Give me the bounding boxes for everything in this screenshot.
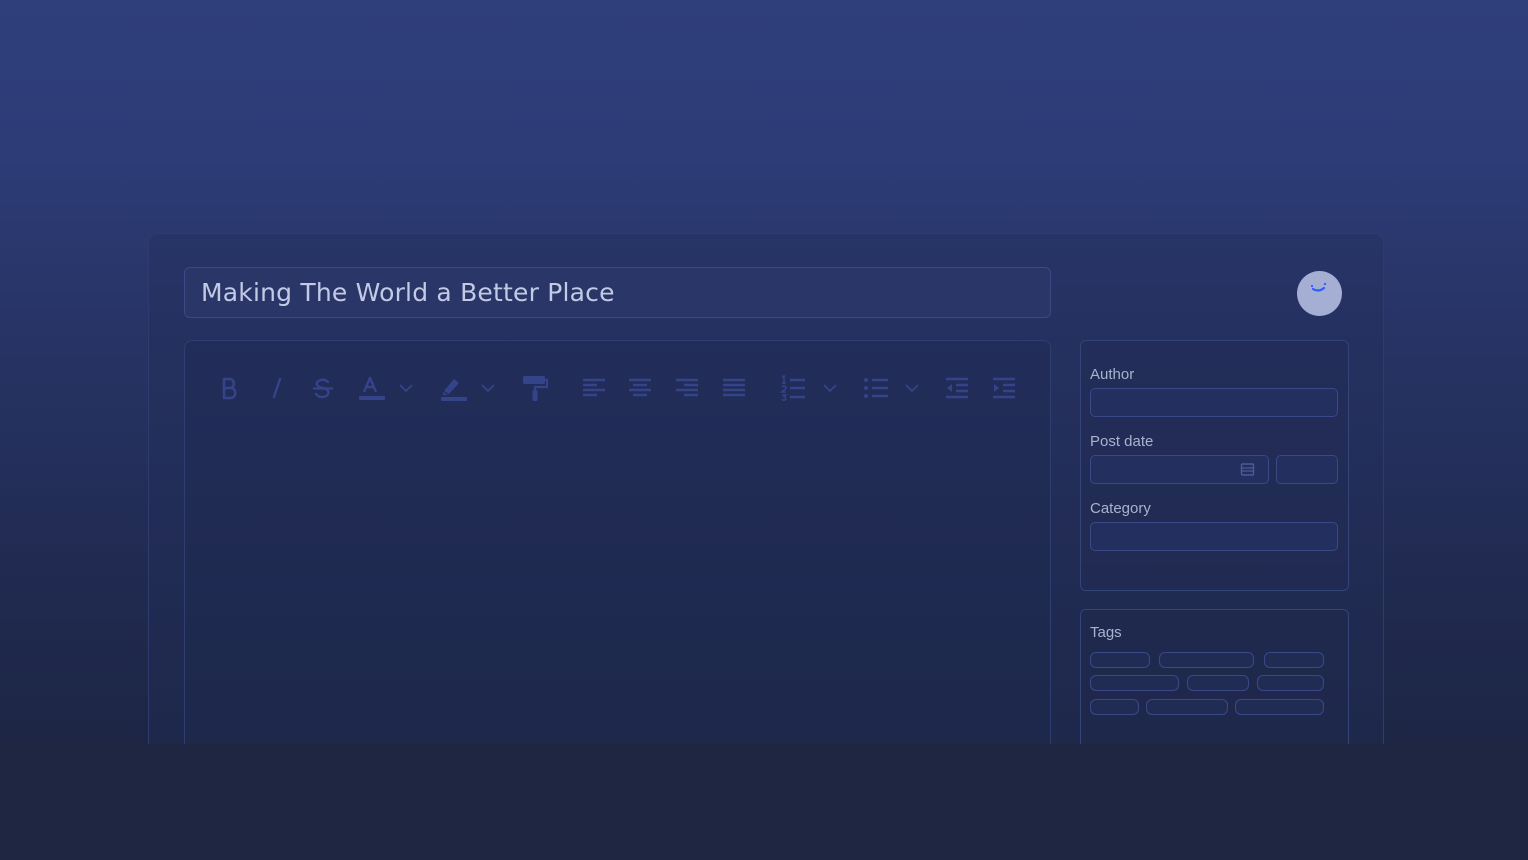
align-right-button[interactable] <box>669 370 705 406</box>
bullet-list-icon <box>864 378 888 398</box>
chevron-down-icon <box>481 384 495 393</box>
font-color-icon <box>359 376 385 400</box>
tag-chip[interactable] <box>1146 699 1228 715</box>
author-label: Author <box>1090 366 1135 383</box>
category-label: Category <box>1090 500 1151 517</box>
ordered-list-button[interactable] <box>775 370 811 406</box>
indent-icon <box>993 377 1015 399</box>
tag-chip[interactable] <box>1159 652 1254 668</box>
align-center-button[interactable] <box>622 370 658 406</box>
align-justify-icon <box>723 378 745 397</box>
app-background: Making The World a Better Place Author P… <box>0 0 1528 860</box>
tags-label: Tags <box>1090 624 1122 641</box>
format-painter-button[interactable] <box>516 370 552 406</box>
author-input[interactable] <box>1090 388 1338 417</box>
italic-button[interactable] <box>259 370 295 406</box>
post-title-input[interactable]: Making The World a Better Place <box>184 267 1051 318</box>
outdent-button[interactable] <box>939 370 975 406</box>
align-left-icon <box>583 378 605 397</box>
rich-text-editor[interactable] <box>184 340 1051 780</box>
ordered-list-dropdown[interactable] <box>816 370 844 406</box>
chevron-down-icon <box>399 384 413 393</box>
avatar[interactable] <box>1297 271 1342 316</box>
indent-button[interactable] <box>986 370 1022 406</box>
tag-chip[interactable] <box>1264 652 1324 668</box>
font-color-button[interactable] <box>352 370 388 406</box>
strikethrough-button[interactable] <box>305 370 341 406</box>
paint-roller-icon <box>523 376 549 401</box>
bottom-overlay <box>0 744 1528 860</box>
italic-icon <box>272 377 282 399</box>
tag-chip[interactable] <box>1187 675 1249 691</box>
tag-chip[interactable] <box>1235 699 1324 715</box>
font-color-dropdown[interactable] <box>392 370 420 406</box>
calendar-icon[interactable] <box>1240 462 1255 477</box>
chevron-down-icon <box>823 384 837 393</box>
editor-toolbar <box>212 370 1032 406</box>
bold-button[interactable] <box>212 370 248 406</box>
highlight-dropdown[interactable] <box>474 370 502 406</box>
align-justify-button[interactable] <box>716 370 752 406</box>
post-date-label: Post date <box>1090 433 1154 450</box>
unordered-list-dropdown[interactable] <box>898 370 926 406</box>
highlight-button[interactable] <box>434 370 470 406</box>
tag-chip[interactable] <box>1090 652 1150 668</box>
tag-chip[interactable] <box>1090 699 1139 715</box>
chevron-down-icon <box>905 384 919 393</box>
smile-icon <box>1310 282 1327 292</box>
post-time-input[interactable] <box>1276 455 1338 484</box>
ordered-list-icon <box>779 375 805 401</box>
outdent-icon <box>946 377 968 399</box>
category-select[interactable] <box>1090 522 1338 551</box>
align-left-button[interactable] <box>576 370 612 406</box>
tag-chip[interactable] <box>1090 675 1179 691</box>
align-right-icon <box>676 378 698 397</box>
bold-icon <box>222 377 237 400</box>
unordered-list-button[interactable] <box>858 370 894 406</box>
strikethrough-icon <box>313 378 333 399</box>
align-center-icon <box>629 378 651 397</box>
highlight-icon <box>441 379 467 401</box>
tag-chip[interactable] <box>1257 675 1324 691</box>
